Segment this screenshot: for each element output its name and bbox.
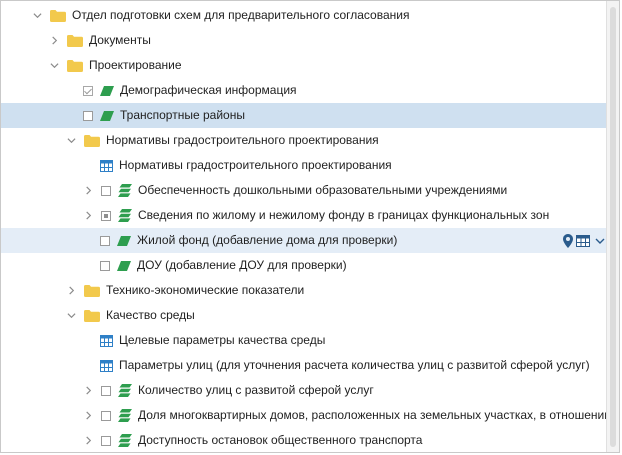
tree-row[interactable]: Количество улиц с развитой сферой услуг [1,378,607,403]
layer-checkbox-partial[interactable] [101,210,111,221]
tree-row-label: Нормативы градостроительного проектирова… [106,133,379,147]
tree-row[interactable]: Доступность остановок общественного тран… [1,428,607,452]
layer-tree-panel: Отдел подготовки схем для предварительно… [0,0,620,453]
row-actions [563,228,607,253]
layer-checkbox[interactable] [101,185,111,196]
tree-row-label: Сведения по жилому и нежилому фонду в гр… [138,208,550,222]
folder-icon [84,284,100,297]
tree-row[interactable]: Целевые параметры качества среды [1,328,607,353]
attribute-table-icon[interactable] [576,234,590,247]
tree-row[interactable]: Технико-экономические показатели [1,278,607,303]
polygon-layer-icon [100,85,114,96]
chevron-down-icon[interactable] [50,61,59,70]
layer-checkbox[interactable] [100,260,110,271]
chevron-down-icon[interactable] [33,11,42,20]
layer-checkbox[interactable] [101,435,111,446]
tree-row-selected[interactable]: Транспортные районы [1,103,607,128]
tree-row[interactable]: Качество среды [1,303,607,328]
layer-checkbox[interactable] [101,385,111,396]
tree-row-label: Доля многоквартирных домов, расположенны… [138,408,620,422]
tree-row-label: Документы [89,33,151,47]
layer-group-icon [118,209,132,222]
tree-row[interactable]: Доля многоквартирных домов, расположенны… [1,403,619,428]
table-icon [100,159,113,172]
tree-row-hovered[interactable]: Жилой фонд (добавление дома для проверки… [1,228,607,253]
folder-icon [84,134,100,147]
tree-row-label: Целевые параметры качества среды [119,333,326,347]
tree-row-label: Нормативы градостроительного проектирова… [119,158,392,172]
tree-row-label: Отдел подготовки схем для предварительно… [72,8,410,22]
polygon-layer-icon [117,260,131,271]
folder-icon [67,59,83,72]
chevron-down-icon[interactable] [67,136,76,145]
tree-row[interactable]: Нормативы градостроительного проектирова… [1,128,607,153]
layer-checkbox[interactable] [100,235,110,246]
tree-row[interactable]: Документы [1,28,607,53]
map-marker-icon[interactable] [563,233,573,248]
tree-row-label: Количество улиц с развитой сферой услуг [138,383,374,397]
polygon-layer-icon [100,110,114,121]
folder-icon [84,309,100,322]
chevron-down-icon[interactable] [593,236,607,246]
chevron-down-icon[interactable] [67,311,76,320]
tree-row-label: Проектирование [89,58,182,72]
layer-group-icon [118,434,132,447]
layer-checkbox[interactable] [101,410,111,421]
chevron-right-icon[interactable] [67,286,76,295]
scrollbar-thumb[interactable] [610,7,616,447]
folder-icon [67,34,83,47]
tree-row-label: Жилой фонд (добавление дома для проверки… [137,233,398,247]
layer-group-icon [118,184,132,197]
tree-row-label: Параметры улиц (для уточнения расчета ко… [119,358,590,372]
chevron-right-icon[interactable] [84,436,93,445]
folder-icon [50,9,66,22]
tree-row[interactable]: Параметры улиц (для уточнения расчета ко… [1,353,607,378]
tree-row-label: Обеспеченность дошкольными образовательн… [138,183,508,197]
chevron-right-icon[interactable] [84,186,93,195]
table-icon [100,359,113,372]
tree-row[interactable]: Нормативы градостроительного проектирова… [1,153,607,178]
layer-group-icon [118,409,132,422]
tree-row[interactable]: Проектирование [1,53,607,78]
vertical-scrollbar[interactable] [606,1,619,452]
tree-row-label: Качество среды [106,308,195,322]
polygon-layer-icon [117,235,131,246]
tree-row[interactable]: Демографическая информация [1,78,607,103]
tree-row-label: Доступность остановок общественного тран… [138,433,423,447]
chevron-right-icon[interactable] [84,211,93,220]
tree-row-label: ДОУ (добавление ДОУ для проверки) [137,258,347,272]
layer-checkbox[interactable] [83,85,93,96]
tree-row-label: Демографическая информация [120,83,297,97]
chevron-right-icon[interactable] [84,411,93,420]
tree-row[interactable]: Обеспеченность дошкольными образовательн… [1,178,607,203]
chevron-right-icon[interactable] [84,386,93,395]
chevron-right-icon[interactable] [50,36,59,45]
tree-row-label: Технико-экономические показатели [106,283,305,297]
tree-row-label: Транспортные районы [120,108,245,122]
tree-row[interactable]: Сведения по жилому и нежилому фонду в гр… [1,203,607,228]
tree-row[interactable]: Отдел подготовки схем для предварительно… [1,3,607,28]
layer-checkbox[interactable] [83,110,93,121]
layer-group-icon [118,384,132,397]
table-icon [100,334,113,347]
tree-row[interactable]: ДОУ (добавление ДОУ для проверки) [1,253,607,278]
